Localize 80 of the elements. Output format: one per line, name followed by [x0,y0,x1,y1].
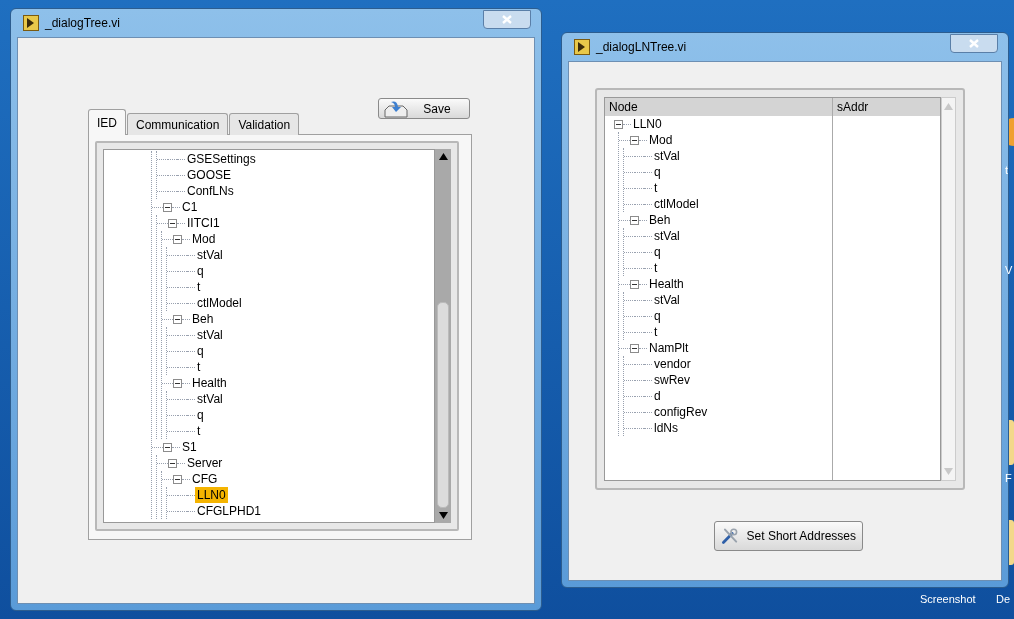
tree-item[interactable]: q [652,164,663,180]
tree-item[interactable]: GOOSE [185,167,233,183]
tree-item[interactable]: t [195,359,203,375]
desktop-icon-label[interactable]: V [1005,262,1013,279]
close-icon [502,14,512,24]
tree-item[interactable]: LLN0 [195,487,228,503]
collapse-icon[interactable] [630,279,639,289]
tree-item[interactable]: stVal [195,391,225,407]
close-button[interactable] [950,33,998,53]
tree-item[interactable]: stVal [652,228,682,244]
desktop-icon-label[interactable]: De [996,591,1011,608]
tree-item[interactable]: vendor [652,356,693,372]
tree-item[interactable]: Server [185,455,225,471]
tree-item[interactable]: Mod [190,231,218,247]
column-header[interactable]: Node [605,98,833,116]
collapse-icon[interactable] [163,442,172,452]
collapse-icon[interactable] [173,474,182,484]
collapse-icon[interactable] [630,343,639,353]
tree-item[interactable]: NamPlt [647,340,691,356]
collapse-icon[interactable] [163,202,172,212]
tree-item[interactable]: stVal [652,292,682,308]
tree-item[interactable]: GSESettings [185,151,258,167]
tree-item[interactable]: ctlModel [652,196,701,212]
tree-item[interactable]: q [195,263,206,279]
collapse-icon[interactable] [173,234,182,244]
tab[interactable]: Validation [229,113,300,135]
tree-item[interactable]: t [652,180,660,196]
close-button[interactable] [483,9,531,29]
tree-item[interactable]: t [195,279,203,295]
collapse-icon[interactable] [630,135,639,145]
desktop-icon-label[interactable]: Screenshot [920,591,976,608]
tree-item[interactable]: CFGLPHD1 [195,503,263,519]
tree-item[interactable]: swRev [652,372,692,388]
collapse-icon[interactable] [630,215,639,225]
tree-item[interactable]: stVal [652,148,682,164]
tree-item[interactable]: stVal [195,247,225,263]
collapse-icon[interactable] [173,378,182,388]
tree-item[interactable]: Beh [647,212,673,228]
tree-item[interactable]: LLN0 [631,116,664,132]
tree-item[interactable]: t [195,423,203,439]
scroll-up-icon[interactable] [438,153,448,160]
save-button[interactable]: Save [378,98,470,119]
save-icon [383,99,409,118]
tree-item[interactable]: stVal [195,327,225,343]
tree-item[interactable]: q [195,407,206,423]
tools-icon [721,525,739,547]
app-icon [23,15,39,31]
tree-item[interactable]: q [652,244,663,260]
tree-item[interactable]: ConfLNs [185,183,236,199]
tree-item[interactable]: ctlModel [195,295,244,311]
tree-item[interactable]: t [652,324,660,340]
collapse-icon[interactable] [173,314,182,324]
tree-item[interactable]: Health [647,276,686,292]
tab[interactable]: Communication [127,113,229,135]
collapse-icon[interactable] [614,119,623,129]
tree-item[interactable]: Health [190,375,229,391]
tree-item[interactable]: ldNs [652,420,680,436]
app-icon [574,39,590,55]
collapse-icon[interactable] [168,218,177,228]
window-title: _dialogLNTree.vi [596,39,687,56]
window-title: _dialogTree.vi [45,15,120,32]
close-icon [969,38,979,48]
tree-item[interactable]: S1 [180,439,199,455]
tree-item[interactable]: IITCI1 [185,215,222,231]
tree-item[interactable]: C1 [180,199,200,215]
scrollbar-thumb[interactable] [437,302,449,508]
scrollbar[interactable] [435,149,451,523]
tree-item[interactable]: Mod [647,132,675,148]
tree-item[interactable]: t [652,260,660,276]
collapse-icon[interactable] [168,458,177,468]
column-header[interactable]: sAddr [833,98,940,116]
tree-item[interactable]: q [652,308,663,324]
tab[interactable]: IED [88,109,126,135]
tree-item[interactable]: configRev [652,404,710,420]
tree-item[interactable]: d [652,388,663,404]
tree-item[interactable]: CFG [190,471,220,487]
tree-item[interactable]: q [195,343,206,359]
tree-item[interactable]: Beh [190,311,216,327]
scroll-down-icon[interactable] [438,512,448,519]
set-short-addresses-button[interactable]: Set Short Addresses [714,521,863,551]
